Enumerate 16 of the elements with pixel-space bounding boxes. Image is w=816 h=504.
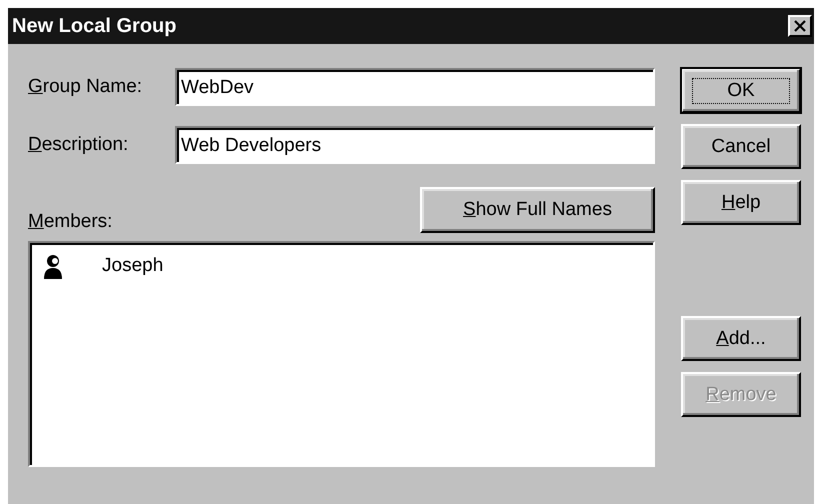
close-icon bbox=[793, 20, 807, 32]
text-field[interactable]: WebDev bbox=[175, 68, 655, 106]
help-button[interactable]: Help bbox=[681, 180, 801, 225]
field-label: Description: bbox=[28, 134, 130, 156]
add-button[interactable]: Add... bbox=[681, 316, 801, 361]
text-field[interactable]: Web Developers bbox=[175, 126, 655, 164]
members-list[interactable]: Joseph bbox=[28, 241, 655, 467]
members-label: Members: bbox=[28, 211, 112, 233]
field-label: Group Name: bbox=[28, 76, 144, 98]
show-full-names-button[interactable]: Show Full Names bbox=[420, 187, 655, 233]
window-title: New Local Group bbox=[12, 14, 176, 38]
ok-button[interactable]: OK bbox=[681, 68, 801, 113]
cancel-button[interactable]: Cancel bbox=[681, 124, 801, 169]
member-item[interactable]: Joseph bbox=[38, 251, 645, 281]
close-button[interactable] bbox=[788, 15, 812, 37]
user-icon bbox=[42, 253, 64, 279]
